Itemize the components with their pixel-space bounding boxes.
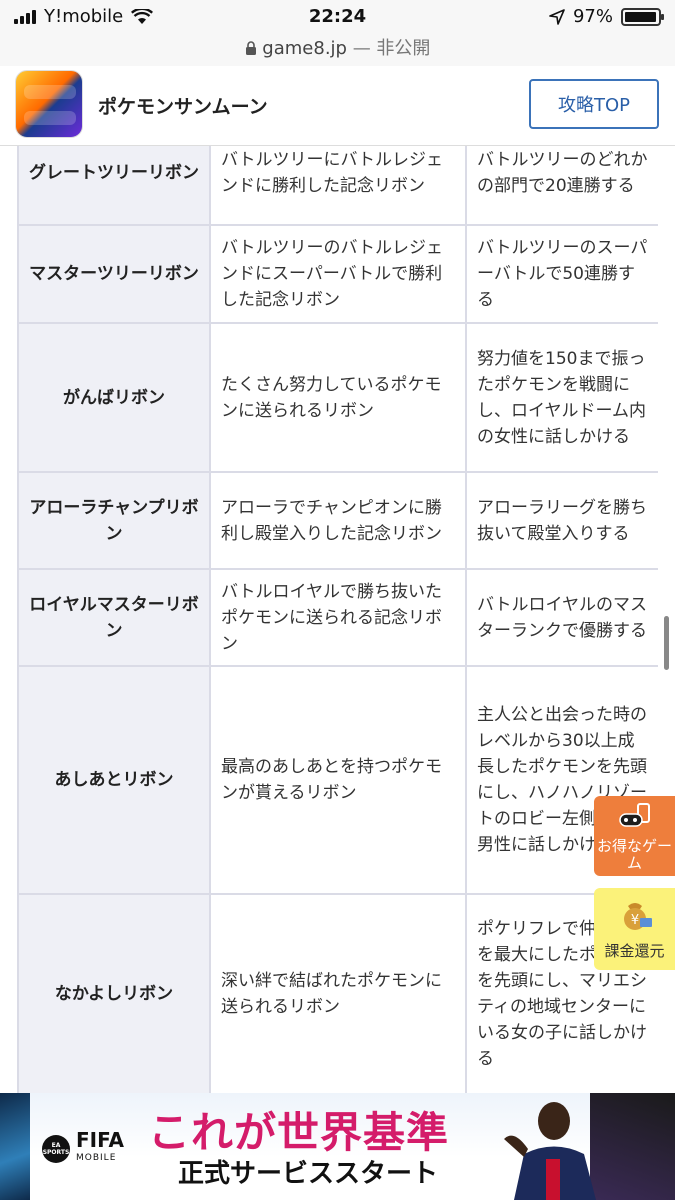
site-title: ポケモンサンムーン — [98, 96, 268, 118]
scrollbar[interactable] — [664, 616, 669, 670]
ribbon-table-container: グレートツリーリボン バトルツリーにバトルレジェンドに勝利した記念リボン バトルツリ… — [17, 146, 658, 1093]
url-bar[interactable]: game8.jp — 非公開 — [0, 34, 675, 60]
ribbon-condition-cell: バトルツリーのスーパーバトルで50連勝する — [465, 224, 658, 324]
ad-subline: 正式サービススタート — [178, 1159, 439, 1189]
ribbon-name-cell: なかよしリボン — [17, 893, 211, 1093]
game-controller-icon — [618, 803, 650, 827]
ribbon-name-cell: ロイヤルマスターリボン — [17, 568, 211, 667]
ribbon-condition-cell: バトルロイヤルのマスターランクで優勝する — [465, 568, 658, 667]
ribbon-description-cell: バトルツリーのバトルレジェンドにスーパーバトルで勝利した記念リボン — [209, 224, 467, 324]
ribbon-condition-cell: バトルツリーのどれかの部門で20連勝する — [465, 146, 658, 226]
url-visibility: 非公開 — [376, 38, 431, 59]
table-row: アローラチャンプリボン アローラでチャンピオンに勝利し殿堂入りした記念リボン アロー… — [17, 471, 658, 570]
ribbon-description-cell: たくさん努力しているポケモンに送られるリボン — [209, 322, 467, 473]
battery-percent: 97% — [572, 6, 613, 27]
ribbon-description-cell: 最高のあしあとを持つポケモンが貰えるリボン — [209, 665, 467, 895]
guide-top-button[interactable]: 攻略TOP — [529, 79, 659, 129]
svg-text:¥: ¥ — [630, 913, 638, 928]
ribbon-name-cell: マスターツリーリボン — [17, 224, 211, 324]
ribbon-description-cell: アローラでチャンピオンに勝利し殿堂入りした記念リボン — [209, 471, 467, 570]
table-row: あしあとリボン 最高のあしあとを持つポケモンが貰えるリボン 主人公と出会った時のレベ… — [17, 665, 658, 895]
ribbon-name-cell: がんばリボン — [17, 322, 211, 473]
site-header: ポケモンサンムーン 攻略TOP — [0, 66, 675, 146]
deal-game-button[interactable]: お得なゲーム — [594, 796, 675, 876]
battery-icon — [621, 7, 664, 26]
table-row: がんばリボン たくさん努力しているポケモンに送られるリボン 努力値を150まで振った… — [17, 322, 658, 473]
refund-button[interactable]: ¥ 課金還元 — [594, 888, 675, 970]
ad-logo: EA SPORTS FIFA MOBILE — [42, 1130, 124, 1167]
url-domain: game8.jp — [262, 38, 347, 59]
ad-banner[interactable]: EA SPORTS FIFA MOBILE これが世界基準 正式サービススタート — [0, 1093, 675, 1200]
ea-sports-logo: EA SPORTS — [42, 1135, 70, 1163]
ad-stripe — [0, 1093, 30, 1200]
ribbon-condition-cell: 努力値を150まで振ったポケモンを戦闘にし、ロイヤルドーム内の女性に話しかける — [465, 322, 658, 473]
status-bar: Y!mobile 22:24 97% — [0, 0, 675, 34]
table-row: グレートツリーリボン バトルツリーにバトルレジェンドに勝利した記念リボン バトルツリ… — [17, 146, 658, 226]
player-image — [504, 1102, 596, 1200]
table-row: ロイヤルマスターリボン バトルロイヤルで勝ち抜いたポケモンに送られる記念リボン バト… — [17, 568, 658, 667]
fifa-logo: FIFA MOBILE — [76, 1130, 124, 1167]
table-row: マスターツリーリボン バトルツリーのバトルレジェンドにスーパーバトルで勝利した記念… — [17, 224, 658, 324]
url-separator: — — [346, 38, 377, 59]
location-arrow-icon — [549, 8, 565, 25]
money-bag-icon: ¥ — [623, 903, 652, 930]
ribbon-description-cell: バトルツリーにバトルレジェンドに勝利した記念リボン — [209, 146, 467, 226]
game-logo-icon[interactable] — [15, 70, 83, 138]
table-row: なかよしリボン 深い絆で結ばれたポケモンに送られるリボン ポケリフレで仲良し度を最大… — [17, 893, 658, 1093]
refund-label: 課金還元 — [604, 942, 665, 960]
ribbon-description-cell: 深い絆で結ばれたポケモンに送られるリボン — [209, 893, 467, 1093]
ribbon-description-cell: バトルロイヤルで勝ち抜いたポケモンに送られる記念リボン — [209, 568, 467, 667]
ribbon-name-cell: グレートツリーリボン — [17, 146, 211, 226]
ribbon-name-cell: アローラチャンプリボン — [17, 471, 211, 570]
ribbon-table: グレートツリーリボン バトルツリーにバトルレジェンドに勝利した記念リボン バトルツリ… — [17, 146, 658, 1093]
status-right: 97% — [549, 6, 664, 27]
lock-icon — [245, 41, 256, 55]
ribbon-condition-cell: アローラリーグを勝ち抜いて殿堂入りする — [465, 471, 658, 570]
ribbon-name-cell: あしあとリボン — [17, 665, 211, 895]
deal-game-label: お得なゲーム — [596, 837, 672, 872]
ad-headline: これが世界基準 — [148, 1108, 450, 1157]
browser-chrome: Y!mobile 22:24 97% game8.jp — 非公開 — [0, 0, 675, 66]
